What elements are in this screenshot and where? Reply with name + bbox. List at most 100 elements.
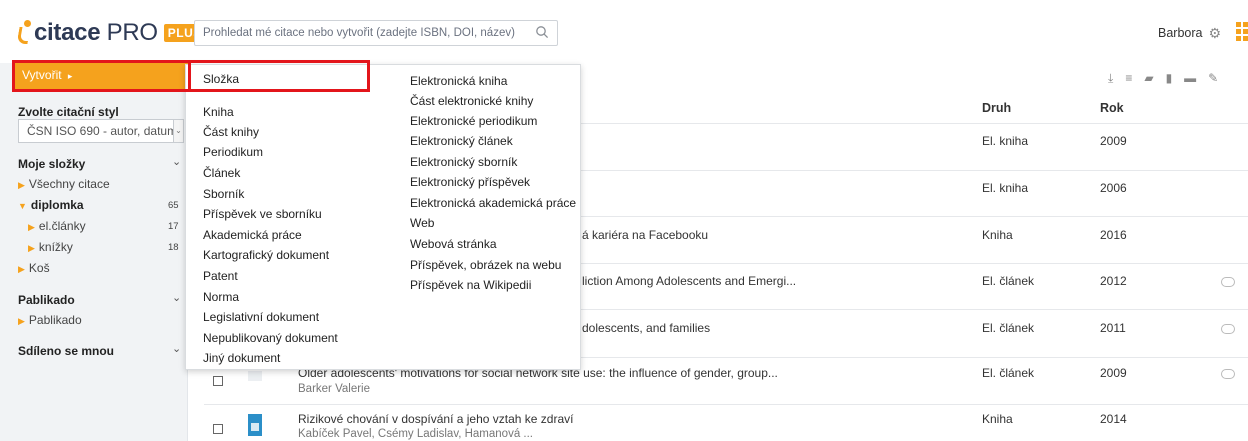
chevron-right-icon: ▸ — [67, 71, 73, 81]
menu-item-conference-paper[interactable]: Příspěvek ve sborníku — [203, 207, 322, 221]
chevron-down-icon: ⌄ — [173, 120, 183, 142]
menu-item-standard[interactable]: Norma — [203, 290, 239, 304]
search-input[interactable] — [195, 21, 525, 45]
logo-mark-icon — [16, 20, 31, 46]
triangle-down-icon: ▼ — [18, 201, 27, 211]
triangle-right-icon: ▶ — [18, 264, 25, 274]
folder-count: 17 — [168, 221, 179, 232]
citation-style-heading: Zvolte citační styl — [18, 105, 119, 119]
user-name: Barbora — [1158, 26, 1203, 40]
cover-thumbnail — [248, 414, 262, 436]
row-year: 2012 — [1100, 274, 1127, 288]
sidebar-item-knizky[interactable]: ▶ knížky — [28, 240, 73, 254]
column-header-type[interactable]: Druh — [982, 101, 1011, 133]
triangle-right-icon: ▶ — [18, 316, 25, 326]
menu-item-webpage[interactable]: Webová stránka — [410, 237, 497, 251]
user-menu[interactable]: Barbora ⚙ — [1158, 26, 1222, 40]
attachment-icon[interactable] — [1221, 324, 1235, 334]
menu-item-e-contribution[interactable]: Elektronický příspěvek — [410, 175, 530, 189]
menu-item-proceedings[interactable]: Sborník — [203, 187, 244, 201]
row-title[interactable]: á kariéra na Facebooku — [582, 228, 708, 242]
create-button[interactable]: Vytvořit ▸ — [12, 63, 188, 89]
folder-count: 65 — [168, 200, 179, 211]
row-year: 2009 — [1100, 366, 1127, 380]
shared-with-me-heading[interactable]: Sdíleno se mnou — [18, 344, 114, 358]
menu-item-web[interactable]: Web — [410, 216, 434, 230]
menu-item-unpublished[interactable]: Nepublikovaný dokument — [203, 331, 338, 345]
list-toolbar: ⤓ ≡ ▰ ▮ ▬ ✎ — [1108, 67, 1248, 89]
app-logo[interactable]: citace PRO PLUS — [16, 18, 206, 48]
row-checkbox[interactable] — [213, 376, 223, 386]
row-title[interactable]: Rizikové chování v dospívání a jeho vzta… — [298, 412, 573, 426]
create-menu: Složka Kniha Část knihy Periodikum Článe… — [185, 64, 581, 370]
chevron-down-icon[interactable]: ⌄ — [172, 342, 181, 355]
cover-thumbnail — [248, 371, 262, 381]
menu-item-legislation[interactable]: Legislativní dokument — [203, 310, 319, 324]
apps-grid-icon[interactable] — [1236, 22, 1248, 41]
sort-icon[interactable]: ≡ — [1125, 71, 1132, 85]
menu-item-web-post[interactable]: Příspěvek, obrázek na webu — [410, 258, 561, 272]
menu-item-map[interactable]: Kartografický dokument — [203, 248, 329, 262]
row-year: 2006 — [1100, 181, 1127, 195]
row-year: 2014 — [1100, 412, 1127, 426]
row-year: 2016 — [1100, 228, 1127, 242]
row-title[interactable]: liction Among Adolescents and Emergi... — [582, 274, 796, 288]
menu-item-wikipedia[interactable]: Příspěvek na Wikipedii — [410, 278, 531, 292]
sidebar-item-all-citations[interactable]: ▶ Všechny citace — [18, 177, 110, 191]
row-year: 2009 — [1100, 134, 1127, 148]
my-folders-heading[interactable]: Moje složky — [18, 157, 85, 171]
row-checkbox[interactable] — [213, 424, 223, 434]
triangle-right-icon: ▶ — [28, 243, 35, 253]
sidebar-item-el-clanky[interactable]: ▶ el.články — [28, 219, 86, 233]
menu-item-article[interactable]: Článek — [203, 166, 240, 180]
attachment-icon[interactable] — [1221, 277, 1235, 287]
search-icon[interactable] — [535, 25, 549, 39]
menu-item-book-part[interactable]: Část knihy — [203, 125, 259, 139]
menu-item-ebook-part[interactable]: Část elektronické knihy — [410, 94, 533, 108]
menu-item-other[interactable]: Jiný dokument — [203, 351, 280, 365]
create-button-label: Vytvořit — [22, 68, 62, 82]
folder-count: 18 — [168, 242, 179, 253]
triangle-right-icon: ▶ — [18, 180, 25, 190]
menu-item-e-periodical[interactable]: Elektronické periodikum — [410, 114, 537, 128]
row-title[interactable]: dolescents, and families — [582, 321, 710, 335]
edit-icon[interactable]: ✎ — [1208, 71, 1218, 85]
search-box — [194, 20, 558, 46]
logo-text: citace PRO — [34, 19, 158, 46]
gear-icon[interactable]: ⚙ — [1208, 26, 1222, 40]
chevron-down-icon[interactable]: ⌄ — [172, 291, 181, 304]
attachment-icon[interactable] — [1221, 369, 1235, 379]
row-type: El. článek — [982, 366, 1035, 380]
menu-item-periodical[interactable]: Periodikum — [203, 145, 263, 159]
sidebar: Vytvořit ▸ Zvolte citační styl ČSN ISO 6… — [0, 63, 188, 441]
column-header-year[interactable]: Rok — [1100, 101, 1124, 133]
menu-item-e-thesis[interactable]: Elektronická akademická práce — [410, 196, 576, 210]
row-type: Kniha — [982, 412, 1013, 426]
row-type: El. kniha — [982, 181, 1029, 195]
download-icon[interactable]: ⤓ — [1108, 71, 1113, 86]
sidebar-item-diplomka[interactable]: ▼ diplomka — [18, 198, 84, 212]
folder-icon[interactable]: ▬ — [1184, 71, 1196, 85]
delete-icon[interactable]: ▮ — [1166, 71, 1173, 85]
menu-item-e-proceedings[interactable]: Elektronický sborník — [410, 155, 517, 169]
menu-item-e-article[interactable]: Elektronický článek — [410, 134, 513, 148]
menu-item-folder[interactable]: Složka — [203, 72, 239, 86]
move-to-folder-icon[interactable]: ▰ — [1144, 71, 1153, 85]
menu-item-patent[interactable]: Patent — [203, 269, 238, 283]
pablikado-heading[interactable]: Pablikado — [18, 293, 75, 307]
citation-style-value: ČSN ISO 690 - autor, datum — [27, 124, 178, 138]
triangle-right-icon: ▶ — [28, 222, 35, 232]
menu-item-book[interactable]: Kniha — [203, 105, 234, 119]
row-authors: Barker Valerie — [298, 383, 371, 395]
chevron-down-icon[interactable]: ⌄ — [172, 155, 181, 168]
menu-item-thesis[interactable]: Akademická práce — [203, 228, 302, 242]
row-divider — [204, 404, 1248, 405]
sidebar-item-pablikado[interactable]: ▶ Pablikado — [18, 313, 82, 327]
row-type: Kniha — [982, 228, 1013, 242]
menu-item-ebook[interactable]: Elektronická kniha — [410, 74, 507, 88]
row-type: El. článek — [982, 274, 1035, 288]
row-authors: Kabíček Pavel, Csémy Ladislav, Hamanová … — [298, 428, 534, 440]
row-type: El. článek — [982, 321, 1035, 335]
sidebar-item-trash[interactable]: ▶ Koš — [18, 261, 50, 275]
citation-style-select[interactable]: ČSN ISO 690 - autor, datum ⌄ — [18, 119, 184, 143]
